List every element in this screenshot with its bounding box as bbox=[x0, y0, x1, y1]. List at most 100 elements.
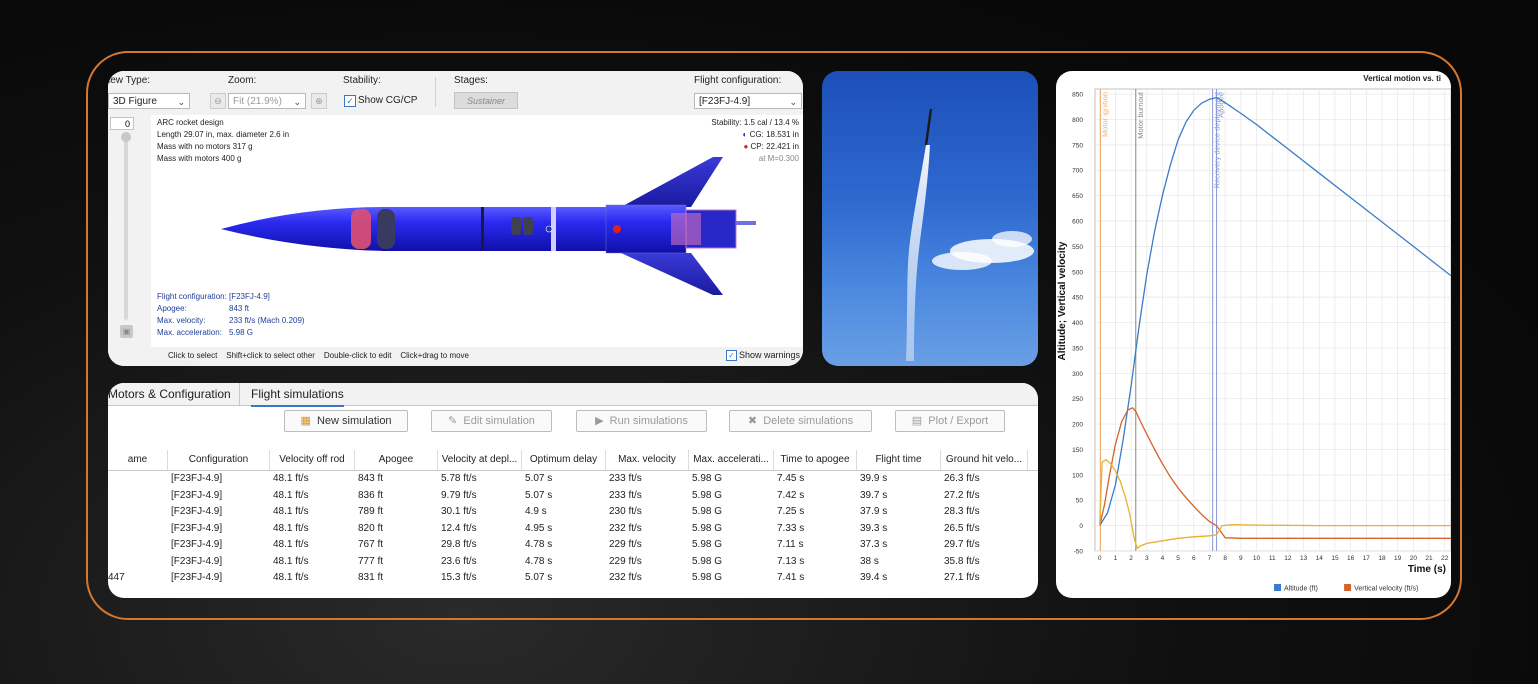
tab-flight-simulations[interactable]: Flight simulations bbox=[251, 385, 344, 407]
x-tick-label: 8 bbox=[1223, 555, 1227, 562]
vertical-motion-chart[interactable]: Vertical motion vs. ti Altitude; Vertica… bbox=[1056, 71, 1451, 598]
y-tick-label: 0 bbox=[1079, 523, 1083, 530]
table-cell: [F23FJ-4.9] bbox=[171, 539, 223, 550]
column-header[interactable]: Flight time bbox=[857, 450, 941, 470]
table-cell: 5.98 G bbox=[692, 473, 723, 484]
run-simulations-button[interactable]: ▶ Run simulations bbox=[576, 410, 707, 432]
view-type-label: iew Type: bbox=[108, 75, 151, 86]
rotation-value[interactable]: 0 bbox=[110, 117, 134, 130]
legend-label: Altitude (ft) bbox=[1284, 586, 1318, 593]
delete-simulations-label: Delete simulations bbox=[763, 415, 854, 427]
cloud bbox=[932, 252, 992, 270]
table-cell: 37.9 s bbox=[860, 506, 888, 517]
table-cell: 233 ft/s bbox=[609, 489, 642, 501]
table-cell: 39.7 s bbox=[860, 489, 888, 501]
smoke-trail bbox=[906, 145, 930, 361]
table-row[interactable]: 447 [F23FJ-4.9] 48.1 ft/s 831 ft 15.3 ft/s 5.… bbox=[108, 570, 1038, 586]
flight-config-select[interactable]: [F23FJ-4.9] ⌄ bbox=[694, 93, 802, 109]
y-tick-label: 50 bbox=[1076, 498, 1084, 505]
table-cell: 229 ft/s bbox=[609, 539, 642, 550]
plot-export-label: Plot / Export bbox=[928, 415, 989, 427]
column-header[interactable]: Velocity off rod bbox=[270, 450, 355, 470]
table-cell: 15.3 ft/s bbox=[441, 572, 477, 583]
table-row[interactable]: [F23FJ-4.9] 48.1 ft/s 820 ft 12.4 ft/s 4.95 … bbox=[108, 521, 1038, 537]
zoom-out-icon[interactable]: ⊖ bbox=[210, 93, 226, 109]
plot-export-button[interactable]: ▤ Plot / Export bbox=[895, 410, 1005, 432]
table-cell: 5.98 G bbox=[692, 506, 723, 517]
table-cell: [F23FJ-4.9] bbox=[171, 572, 223, 583]
rocket-3d-canvas[interactable]: ARC rocket design Length 29.07 in, max. … bbox=[151, 115, 803, 347]
table-row[interactable]: [F23FJ-4.9] 48.1 ft/s 767 ft 29.8 ft/s 4.78 … bbox=[108, 537, 1038, 553]
x-tick-label: 12 bbox=[1284, 555, 1292, 562]
table-cell: [F23FJ-4.9] bbox=[171, 522, 223, 534]
x-tick-label: 22 bbox=[1441, 555, 1449, 562]
table-cell: 12.4 ft/s bbox=[441, 522, 477, 534]
zoom-label: Zoom: bbox=[228, 75, 257, 86]
design-toolbar: iew Type: 3D Figure ⌄ Zoom: ⊖ Fit (21.9%… bbox=[108, 71, 803, 115]
y-tick-label: 850 bbox=[1072, 92, 1083, 99]
y-tick-label: 750 bbox=[1072, 142, 1083, 149]
column-header[interactable]: Configuration bbox=[168, 450, 270, 470]
bulkhead bbox=[481, 207, 484, 251]
top-fin bbox=[621, 157, 723, 207]
delete-simulations-button[interactable]: ✖ Delete simulations bbox=[729, 410, 872, 432]
new-simulation-icon: ▦ bbox=[300, 415, 311, 427]
column-header[interactable]: Max. velocity bbox=[606, 450, 689, 470]
view-type-select[interactable]: 3D Figure ⌄ bbox=[108, 93, 190, 109]
table-cell: 233 ft/s bbox=[609, 473, 642, 484]
table-cell: 232 ft/s bbox=[609, 572, 642, 583]
x-tick-label: 13 bbox=[1300, 555, 1308, 562]
column-header[interactable]: Ground hit velo... bbox=[941, 450, 1028, 470]
table-cell: 26.3 ft/s bbox=[944, 473, 980, 484]
table-cell: 48.1 ft/s bbox=[273, 506, 309, 517]
table-cell: 4.78 s bbox=[525, 539, 553, 550]
table-cell: 48.1 ft/s bbox=[273, 572, 309, 583]
column-header[interactable]: Apogee bbox=[355, 450, 438, 470]
table-row[interactable]: [F23FJ-4.9] 48.1 ft/s 843 ft 5.78 ft/s 5.07 … bbox=[108, 471, 1038, 487]
y-tick-label: 550 bbox=[1072, 244, 1083, 251]
y-tick-label: 350 bbox=[1072, 345, 1083, 352]
show-cgcp-checkbox[interactable]: ✓ bbox=[344, 95, 356, 107]
table-cell bbox=[108, 554, 164, 570]
table-row[interactable]: [F23FJ-4.9] 48.1 ft/s 836 ft 9.79 ft/s 5.07 … bbox=[108, 488, 1038, 504]
table-row[interactable]: [F23FJ-4.9] 48.1 ft/s 789 ft 30.1 ft/s 4.9 s… bbox=[108, 504, 1038, 520]
zoom-select[interactable]: Fit (21.9%) ⌄ bbox=[228, 93, 306, 109]
column-header[interactable]: Velocity at depl... bbox=[438, 450, 522, 470]
rotation-slider-track[interactable] bbox=[124, 135, 128, 320]
edit-simulation-button[interactable]: ✎ Edit simulation bbox=[431, 410, 552, 432]
new-simulation-button[interactable]: ▦ New simulation bbox=[284, 410, 408, 432]
table-cell: 23.6 ft/s bbox=[441, 555, 477, 567]
cg-marker bbox=[545, 225, 553, 233]
table-cell: 230 ft/s bbox=[609, 506, 642, 517]
rotation-slider-thumb[interactable] bbox=[121, 132, 131, 142]
y-tick-label: 600 bbox=[1072, 219, 1083, 226]
x-axis-label: Time (s) bbox=[1408, 564, 1446, 575]
y-tick-label: 450 bbox=[1072, 295, 1083, 302]
table-row[interactable]: [F23FJ-4.9] 48.1 ft/s 777 ft 23.6 ft/s 4.78 … bbox=[108, 554, 1038, 570]
show-warnings-checkbox[interactable]: ✓ bbox=[726, 350, 737, 361]
lock-icon[interactable]: ▣ bbox=[120, 325, 133, 338]
table-cell: 27.2 ft/s bbox=[944, 489, 980, 501]
table-cell: 7.41 s bbox=[777, 572, 805, 583]
stat-label: Flight configuration: bbox=[157, 292, 227, 301]
play-icon: ▶ bbox=[595, 415, 604, 427]
column-header[interactable]: Max. accelerati... bbox=[689, 450, 774, 470]
x-tick-label: 14 bbox=[1316, 555, 1324, 562]
new-simulation-label: New simulation bbox=[316, 415, 392, 427]
table-cell: 4.78 s bbox=[525, 555, 553, 567]
column-header[interactable]: ame bbox=[108, 450, 168, 470]
x-tick-label: 6 bbox=[1192, 555, 1196, 562]
column-header[interactable]: Time to apogee bbox=[774, 450, 857, 470]
tab-motors-configuration[interactable]: Motors & Configuration bbox=[108, 385, 231, 405]
chart-icon: ▤ bbox=[911, 415, 923, 427]
x-tick-label: 17 bbox=[1363, 555, 1371, 562]
x-tick-label: 5 bbox=[1176, 555, 1180, 562]
zoom-in-icon[interactable]: ⊕ bbox=[311, 93, 327, 109]
table-cell bbox=[108, 488, 164, 504]
sustainer-button[interactable]: Sustainer bbox=[454, 92, 518, 109]
stat-value: 233 ft/s (Mach 0.209) bbox=[229, 316, 305, 325]
table-cell: 28.3 ft/s bbox=[944, 506, 980, 517]
column-header[interactable]: Optimum delay bbox=[522, 450, 606, 470]
cloud bbox=[992, 231, 1032, 247]
event-label: Motor ignition bbox=[1100, 92, 1109, 137]
